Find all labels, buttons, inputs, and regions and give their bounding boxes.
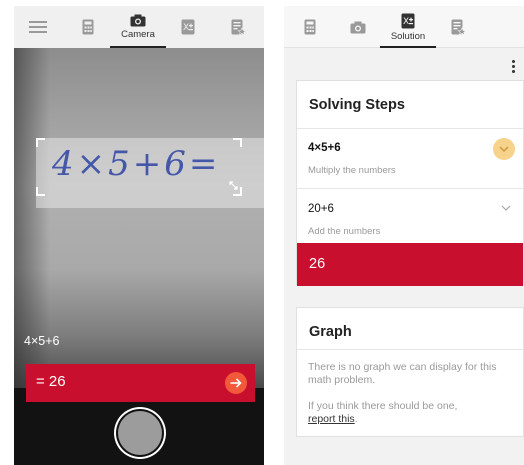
no-graph-message: There is no graph we can display for thi… [308, 361, 497, 386]
tab-calculator[interactable] [288, 6, 332, 48]
report-hint: If you think there should be one, report… [308, 400, 458, 425]
tab-notes[interactable] [216, 6, 260, 48]
arrow-right-icon [230, 378, 242, 388]
step-description: Add the numbers [308, 226, 381, 237]
step-expression: 4×5+6 [308, 142, 341, 154]
more-options-icon[interactable] [512, 60, 516, 75]
solution-screen: X Solution Solving Steps 4×5+6 Multiply … [284, 6, 524, 465]
notes-icon [231, 19, 246, 35]
answer-bar: 26 [297, 243, 523, 286]
step-expression: 20+6 [308, 203, 334, 215]
go-to-solution-button[interactable] [225, 372, 247, 394]
tab-camera[interactable]: Camera [110, 6, 166, 48]
active-tab-indicator [380, 46, 436, 48]
tab-menu[interactable] [16, 6, 60, 48]
top-tab-bar: Camera X [14, 6, 264, 48]
calculator-icon [82, 19, 94, 35]
solution-icon: X [181, 19, 195, 35]
step-description: Multiply the numbers [308, 165, 396, 176]
card-title: Graph [309, 324, 352, 340]
svg-text:X: X [403, 17, 409, 27]
solving-steps-card: Solving Steps 4×5+6 Multiply the numbers… [296, 80, 524, 286]
result-value: = 26 [36, 373, 66, 390]
camera-icon [350, 21, 366, 33]
report-this-link[interactable]: report this [308, 413, 355, 425]
app-screenshots: Camera X 4×5+6= 4×5+6 = 26 X Solution So… [0, 0, 524, 465]
options-row [284, 52, 524, 80]
chevron-down-icon [499, 146, 509, 152]
tab-label-solution: Solution [390, 30, 426, 42]
solution-icon: X [401, 13, 415, 28]
graph-card: Graph There is no graph we can display f… [296, 307, 524, 437]
tab-solution[interactable]: X Solution [380, 6, 436, 48]
camera-icon [130, 14, 146, 27]
handwritten-equation: 4×5+6= [52, 144, 221, 184]
tab-calculator[interactable] [66, 6, 110, 48]
scan-frame[interactable]: 4×5+6= [36, 138, 242, 196]
tab-solution[interactable]: X [166, 6, 210, 48]
camera-screen: Camera X 4×5+6= 4×5+6 = 26 [14, 6, 264, 465]
tab-notes[interactable] [436, 6, 480, 48]
svg-text:X: X [183, 23, 189, 33]
detected-expression: 4×5+6 [24, 334, 60, 348]
hamburger-menu-icon [29, 21, 47, 33]
calculator-icon [304, 19, 316, 35]
tab-label-camera: Camera [121, 29, 155, 40]
top-tab-bar: X Solution [284, 6, 524, 48]
card-title: Solving Steps [309, 97, 405, 113]
chevron-down-icon[interactable] [501, 205, 511, 211]
shutter-button[interactable] [118, 411, 162, 455]
notes-icon [451, 19, 466, 35]
collapse-step-button[interactable] [493, 138, 515, 160]
tab-camera[interactable] [336, 6, 380, 48]
answer-value: 26 [309, 256, 326, 272]
resize-handle-icon[interactable] [229, 181, 238, 190]
result-bar[interactable]: = 26 [26, 364, 255, 402]
